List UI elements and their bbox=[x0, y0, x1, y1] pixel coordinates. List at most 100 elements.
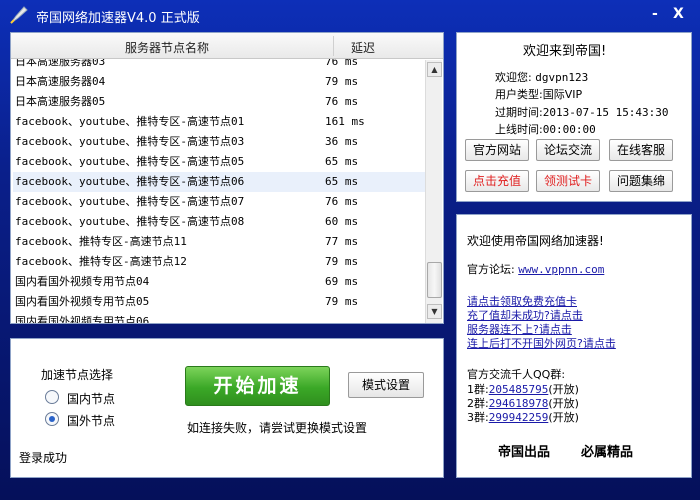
expire-line: 过期时间:2013-07-15 15:43:30 bbox=[495, 104, 669, 120]
qq-group-3: 3群:299942259(开放) bbox=[467, 409, 579, 425]
server-latency: 65 ms bbox=[325, 155, 359, 168]
server-name: facebook、youtube、推特专区-高速节点01 bbox=[15, 115, 245, 128]
radio-domestic-label: 国内节点 bbox=[67, 392, 116, 406]
server-list-scrollbar[interactable]: ▲ ▼ bbox=[425, 60, 442, 323]
server-name: facebook、youtube、推特专区-高速节点06 bbox=[15, 175, 245, 188]
welcome-panel: 欢迎来到帝国! 欢迎您: dgvpn123 用户类型:国际VIP 过期时间:20… bbox=[456, 32, 692, 202]
server-name: 国内看国外视频专用节点05 bbox=[15, 295, 150, 308]
server-row[interactable]: 国内看国外视频专用节点05 79 ms bbox=[13, 292, 427, 312]
official-site-button[interactable]: 官方网站 bbox=[465, 139, 529, 161]
mode-settings-button[interactable]: 模式设置 bbox=[348, 372, 424, 398]
radio-foreign-label: 国外节点 bbox=[67, 414, 116, 428]
server-latency: 60 ms bbox=[325, 215, 359, 228]
minimize-button[interactable]: - bbox=[652, 6, 658, 22]
username: dgvpn123 bbox=[535, 71, 589, 84]
column-header-name[interactable]: 服务器节点名称 bbox=[125, 39, 209, 56]
forum-button[interactable]: 论坛交流 bbox=[536, 139, 600, 161]
expire-value: 2013-07-15 15:43:30 bbox=[542, 106, 669, 119]
forum-label: 官方论坛: bbox=[467, 263, 515, 276]
server-row[interactable]: facebook、youtube、推特专区-高速节点05 65 ms bbox=[13, 152, 427, 172]
server-row[interactable]: 国内看国外视频专用节点04 69 ms bbox=[13, 272, 427, 292]
server-row[interactable]: facebook、youtube、推特专区-高速节点03 36 ms bbox=[13, 132, 427, 152]
connection-hint: 如连接失败，请尝试更换模式设置 bbox=[187, 421, 368, 435]
server-name: facebook、youtube、推特专区-高速节点03 bbox=[15, 135, 245, 148]
user-type-line: 用户类型:国际VIP bbox=[495, 86, 582, 102]
online-value: 00:00:00 bbox=[542, 123, 596, 136]
server-name: facebook、推特专区-高速节点11 bbox=[15, 235, 187, 248]
close-button[interactable]: X bbox=[673, 6, 684, 22]
server-name: facebook、youtube、推特专区-高速节点07 bbox=[15, 195, 245, 208]
forum-link[interactable]: www.vppnn.com bbox=[518, 263, 604, 276]
window-title: 帝国网络加速器V4.0 正式版 bbox=[36, 11, 200, 26]
server-row[interactable]: facebook、youtube、推特专区-高速节点08 60 ms bbox=[13, 212, 427, 232]
server-name: 国内看国外视频专用节点04 bbox=[15, 275, 150, 288]
title-bar: 帝国网络加速器V4.0 正式版 - X bbox=[0, 0, 700, 30]
welcome-message: 欢迎使用帝国网络加速器! bbox=[467, 234, 604, 248]
server-latency: 76 ms bbox=[325, 195, 359, 208]
user-type-value: 国际VIP bbox=[542, 88, 583, 101]
qq-title: 官方交流千人QQ群: bbox=[467, 368, 566, 381]
online-support-button[interactable]: 在线客服 bbox=[609, 139, 673, 161]
rocket-icon bbox=[10, 6, 28, 24]
server-name: 国内看国外视频专用节点06 bbox=[15, 315, 150, 323]
server-row[interactable]: facebook、youtube、推特专区-高速节点06 65 ms bbox=[13, 172, 427, 192]
brand-slogan-left: 帝国出品 bbox=[498, 445, 551, 460]
server-row[interactable]: 日本高速服务器03 76 ms bbox=[13, 59, 427, 72]
server-latency: 76 ms bbox=[325, 95, 359, 108]
server-latency: 65 ms bbox=[325, 175, 359, 188]
greeting-label: 欢迎您: bbox=[495, 71, 532, 84]
start-acceleration-button[interactable]: 开始加速 bbox=[185, 366, 330, 406]
online-label: 上线时间: bbox=[495, 123, 543, 136]
server-latency: 77 ms bbox=[325, 235, 359, 248]
recharge-button[interactable]: 点击充值 bbox=[465, 170, 529, 192]
server-row[interactable]: 日本高速服务器05 76 ms bbox=[13, 92, 427, 112]
server-name: facebook、youtube、推特专区-高速节点08 bbox=[15, 215, 245, 228]
server-name: facebook、youtube、推特专区-高速节点05 bbox=[15, 155, 245, 168]
scroll-down-icon[interactable]: ▼ bbox=[427, 304, 442, 319]
scroll-thumb[interactable] bbox=[427, 262, 442, 298]
welcome-title: 欢迎来到帝国! bbox=[523, 44, 607, 59]
server-name: 日本高速服务器05 bbox=[15, 95, 106, 108]
node-select-label: 加速节点选择 bbox=[41, 368, 114, 382]
control-panel: 加速节点选择 国内节点 国外节点 开始加速 模式设置 如连接失败，请尝试更换模式… bbox=[10, 338, 444, 478]
server-list: 日本高速服务器03 76 ms 日本高速服务器04 79 ms 日本高速服务器05 76 … bbox=[13, 59, 427, 323]
qq-group-label: 3群: bbox=[467, 411, 489, 424]
qq-group-number[interactable]: 299942259 bbox=[489, 411, 549, 424]
server-name: 日本高速服务器03 bbox=[15, 59, 106, 68]
server-latency: 161 ms bbox=[325, 115, 365, 128]
expire-label: 过期时间: bbox=[495, 106, 543, 119]
scroll-up-icon[interactable]: ▲ bbox=[427, 62, 442, 77]
server-latency: 69 ms bbox=[325, 275, 359, 288]
server-latency: 79 ms bbox=[325, 75, 359, 88]
column-header-latency[interactable]: 延迟 bbox=[351, 39, 375, 56]
test-card-button[interactable]: 领测试卡 bbox=[536, 170, 600, 192]
column-divider bbox=[333, 36, 334, 56]
info-panel: 欢迎使用帝国网络加速器! 官方论坛: www.vppnn.com 请点击领取免费… bbox=[456, 214, 692, 478]
server-row[interactable]: facebook、推特专区-高速节点12 79 ms bbox=[13, 252, 427, 272]
server-row[interactable]: facebook、youtube、推特专区-高速节点01 161 ms bbox=[13, 112, 427, 132]
faq-button[interactable]: 问题集绵 bbox=[609, 170, 673, 192]
server-row[interactable]: 日本高速服务器04 79 ms bbox=[13, 72, 427, 92]
server-list-header: 服务器节点名称 延迟 bbox=[11, 33, 443, 59]
qq-group-status: (开放) bbox=[548, 411, 579, 424]
brand-slogan-right: 必属精品 bbox=[581, 445, 634, 460]
app-window: 帝国网络加速器V4.0 正式版 - X 服务器节点名称 延迟 日本高速服务器03… bbox=[0, 0, 700, 500]
server-latency: 76 ms bbox=[325, 59, 359, 68]
user-type-label: 用户类型: bbox=[495, 88, 543, 101]
foreign-pages-link[interactable]: 连上后打不开国外网页?请点击 bbox=[467, 335, 616, 351]
server-list-panel: 服务器节点名称 延迟 日本高速服务器03 76 ms 日本高速服务器04 79 ms 日… bbox=[10, 32, 444, 324]
radio-icon[interactable] bbox=[45, 390, 59, 404]
forum-line: 官方论坛: www.vppnn.com bbox=[467, 261, 604, 277]
radio-icon[interactable] bbox=[45, 412, 59, 426]
server-name: facebook、推特专区-高速节点12 bbox=[15, 255, 187, 268]
server-row[interactable]: facebook、youtube、推特专区-高速节点07 76 ms bbox=[13, 192, 427, 212]
greeting-line: 欢迎您: dgvpn123 bbox=[495, 69, 588, 85]
server-name: 日本高速服务器04 bbox=[15, 75, 106, 88]
server-row[interactable]: 国内看国外视频专用节点06 bbox=[13, 312, 427, 323]
server-latency: 79 ms bbox=[325, 255, 359, 268]
online-line: 上线时间:00:00:00 bbox=[495, 121, 596, 137]
server-row[interactable]: facebook、推特专区-高速节点11 77 ms bbox=[13, 232, 427, 252]
server-latency: 79 ms bbox=[325, 295, 359, 308]
server-latency: 36 ms bbox=[325, 135, 359, 148]
login-status: 登录成功 bbox=[19, 451, 68, 465]
